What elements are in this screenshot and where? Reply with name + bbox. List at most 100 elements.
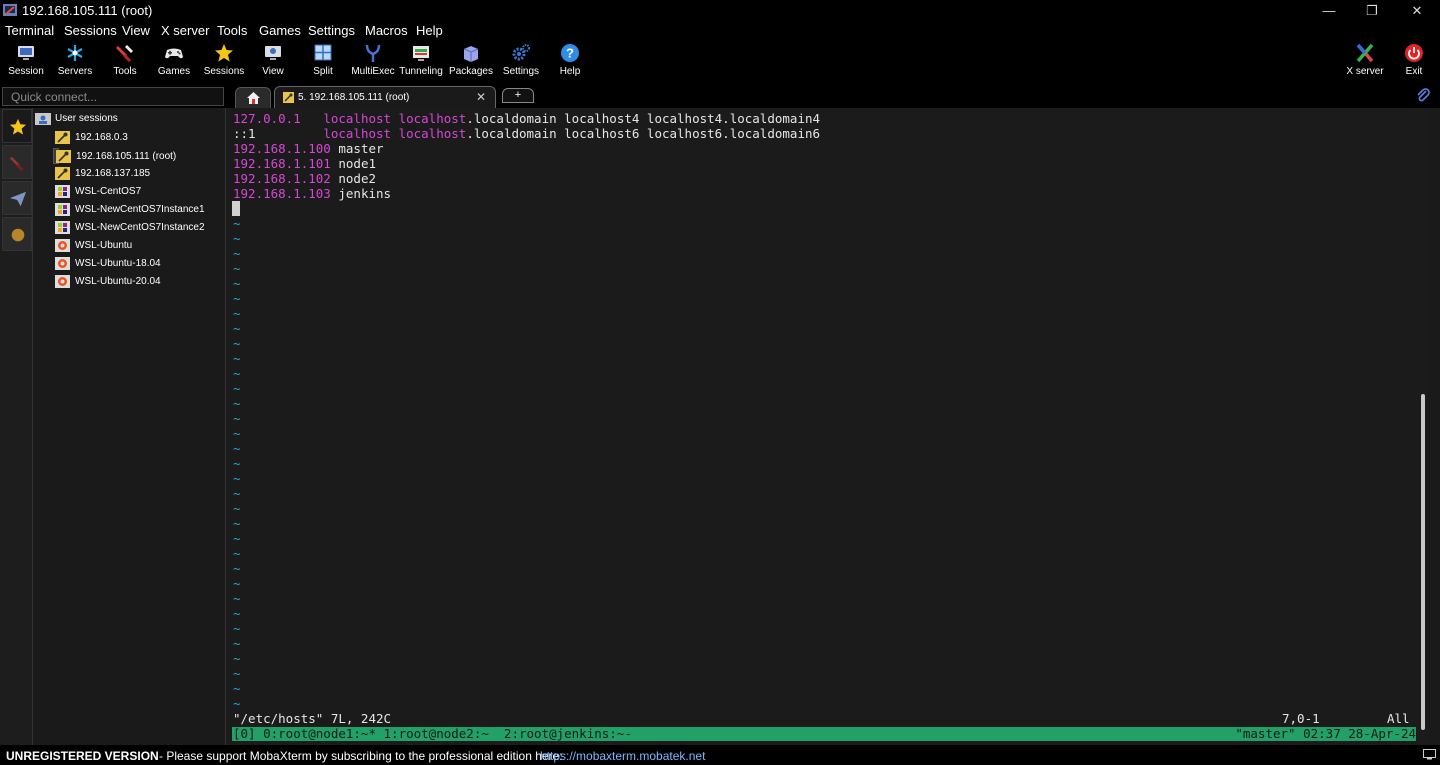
side-strip [0, 108, 33, 745]
terminal-line: 127.0.0.1 localhost localhost.localdomai… [233, 111, 821, 126]
star-icon [9, 118, 27, 135]
vim-tilde-line: ~ [233, 366, 241, 381]
menu-sessions[interactable]: Sessions [64, 23, 117, 38]
tunneling-button[interactable]: Tunneling [394, 40, 448, 84]
terminal-cursor [232, 201, 240, 216]
session-item-selected[interactable]: 192.168.105.111 (root) [53, 148, 176, 164]
close-tab-icon[interactable]: ✕ [476, 90, 486, 104]
session-item[interactable]: 192.168.137.185 [53, 166, 150, 182]
sessions-tab-button[interactable] [2, 109, 32, 143]
vim-tilde-line: ~ [233, 471, 241, 486]
minimize-button[interactable]: — [1306, 0, 1352, 22]
session-item[interactable]: 192.168.0.3 [53, 130, 128, 146]
menu-bar: Terminal Sessions View X server Tools Ga… [0, 22, 1440, 40]
home-tab[interactable] [235, 87, 271, 108]
gamepad-icon [165, 48, 183, 59]
exit-button[interactable]: Exit [1387, 40, 1440, 84]
tmux-windows: [0] 0:root@node1:~* 1:root@node2:~ 2:roo… [233, 726, 632, 741]
monitor-icon[interactable] [1423, 749, 1436, 760]
close-window-button[interactable]: ✕ [1394, 0, 1440, 22]
ssh-key-icon [283, 92, 294, 103]
tmux-host-time: "master" 02:37 28-Apr-24 [1235, 726, 1416, 741]
session-monitor-icon [18, 46, 34, 60]
vim-tilde-line: ~ [233, 261, 241, 276]
session-item[interactable]: WSL-NewCentOS7Instance2 [53, 220, 205, 236]
menu-help[interactable]: Help [416, 23, 443, 38]
vim-tilde-line: ~ [233, 666, 241, 681]
vim-tilde-line: ~ [233, 291, 241, 306]
multiexec-button[interactable]: MultiExec [346, 40, 400, 84]
scrollbar-thumb[interactable] [1421, 394, 1425, 730]
split-icon [314, 44, 332, 61]
menu-terminal[interactable]: Terminal [5, 23, 54, 38]
vim-tilde-line: ~ [233, 696, 241, 711]
vim-cursor-position: 7,0-1 [1282, 711, 1320, 726]
vim-tilde-line: ~ [233, 576, 241, 591]
vim-tilde-line: ~ [233, 276, 241, 291]
star-icon [215, 44, 233, 62]
menu-settings[interactable]: Settings [308, 23, 355, 38]
terminal-scrollbar[interactable] [1416, 108, 1428, 745]
packages-button[interactable]: Packages [444, 40, 498, 84]
centos-icon [55, 203, 70, 216]
macros-tab-button[interactable] [2, 217, 32, 251]
vim-tilde-line: ~ [233, 501, 241, 516]
mobaxterm-logo-icon [3, 4, 17, 16]
quick-connect-input[interactable] [2, 87, 224, 106]
tmux-status-bar: [0] 0:root@node1:~* 1:root@node2:~ 2:roo… [232, 727, 1418, 741]
vim-tilde-line: ~ [233, 231, 241, 246]
help-button[interactable]: ? Help [543, 40, 597, 84]
ssh-key-icon [55, 131, 70, 144]
tab-row: 5. 192.168.105.111 (root) ✕ + [0, 84, 1440, 108]
vim-tilde-line: ~ [233, 336, 241, 351]
games-button[interactable]: Games [147, 40, 201, 84]
vim-tilde-line: ~ [233, 216, 241, 231]
vim-tilde-line: ~ [233, 306, 241, 321]
window-title: 192.168.105.111 (root) [22, 3, 153, 18]
vim-tilde-line: ~ [233, 606, 241, 621]
home-icon [247, 92, 260, 104]
session-button[interactable]: Session [0, 40, 53, 84]
maximize-button[interactable]: ❐ [1349, 0, 1395, 22]
settings-button[interactable]: Settings [494, 40, 548, 84]
terminal-view[interactable]: 127.0.0.1 localhost localhost.localdomai… [228, 108, 1428, 745]
paperclip-icon[interactable] [1416, 87, 1430, 103]
ubuntu-icon [55, 239, 70, 252]
x-server-button[interactable]: X server [1338, 40, 1392, 84]
menu-games[interactable]: Games [259, 23, 301, 38]
vim-tilde-line: ~ [233, 621, 241, 636]
terminal-line: 192.168.1.102 node2 [233, 171, 376, 186]
menu-tools[interactable]: Tools [217, 23, 247, 38]
tunneling-icon [413, 46, 429, 61]
menu-macros[interactable]: Macros [365, 23, 408, 38]
sessions-button[interactable]: Sessions [197, 40, 251, 84]
vim-scroll-indicator: All [1387, 711, 1410, 726]
session-item[interactable]: WSL-NewCentOS7Instance1 [53, 202, 205, 218]
menu-view[interactable]: View [122, 23, 150, 38]
session-item[interactable]: WSL-Ubuntu-20.04 [53, 274, 161, 290]
help-icon: ? [561, 44, 579, 62]
gears-icon [512, 44, 530, 61]
session-item[interactable]: WSL-Ubuntu-18.04 [53, 256, 161, 272]
tab-session-5[interactable]: 5. 192.168.105.111 (root) ✕ [274, 86, 496, 108]
sftp-tab-button[interactable] [2, 181, 32, 215]
mobaxterm-link[interactable]: https://mobaxterm.mobatek.net [540, 749, 705, 763]
session-item[interactable]: WSL-CentOS7 [53, 184, 141, 200]
terminal-line: 192.168.1.101 node1 [233, 156, 376, 171]
menu-x-server[interactable]: X server [161, 23, 209, 38]
ubuntu-icon [55, 275, 70, 288]
tools-tab-button[interactable] [2, 145, 32, 179]
split-button[interactable]: Split [296, 40, 350, 84]
view-button[interactable]: View [246, 40, 300, 84]
toolbar: Session Servers Tools Games Sessions Vie… [0, 40, 1440, 84]
tools-icon [9, 156, 24, 172]
tools-button[interactable]: Tools [98, 40, 152, 84]
session-item[interactable]: WSL-Ubuntu [53, 238, 132, 254]
support-message: - Please support MobaXterm by subscribin… [159, 749, 563, 763]
terminal-line: ::1 localhost localhost.localdomain loca… [233, 126, 821, 141]
vim-tilde-line: ~ [233, 321, 241, 336]
svg-text:?: ? [566, 46, 574, 61]
new-tab-button[interactable]: + [502, 88, 534, 103]
macro-circle-icon [11, 228, 25, 242]
servers-button[interactable]: Servers [48, 40, 102, 84]
